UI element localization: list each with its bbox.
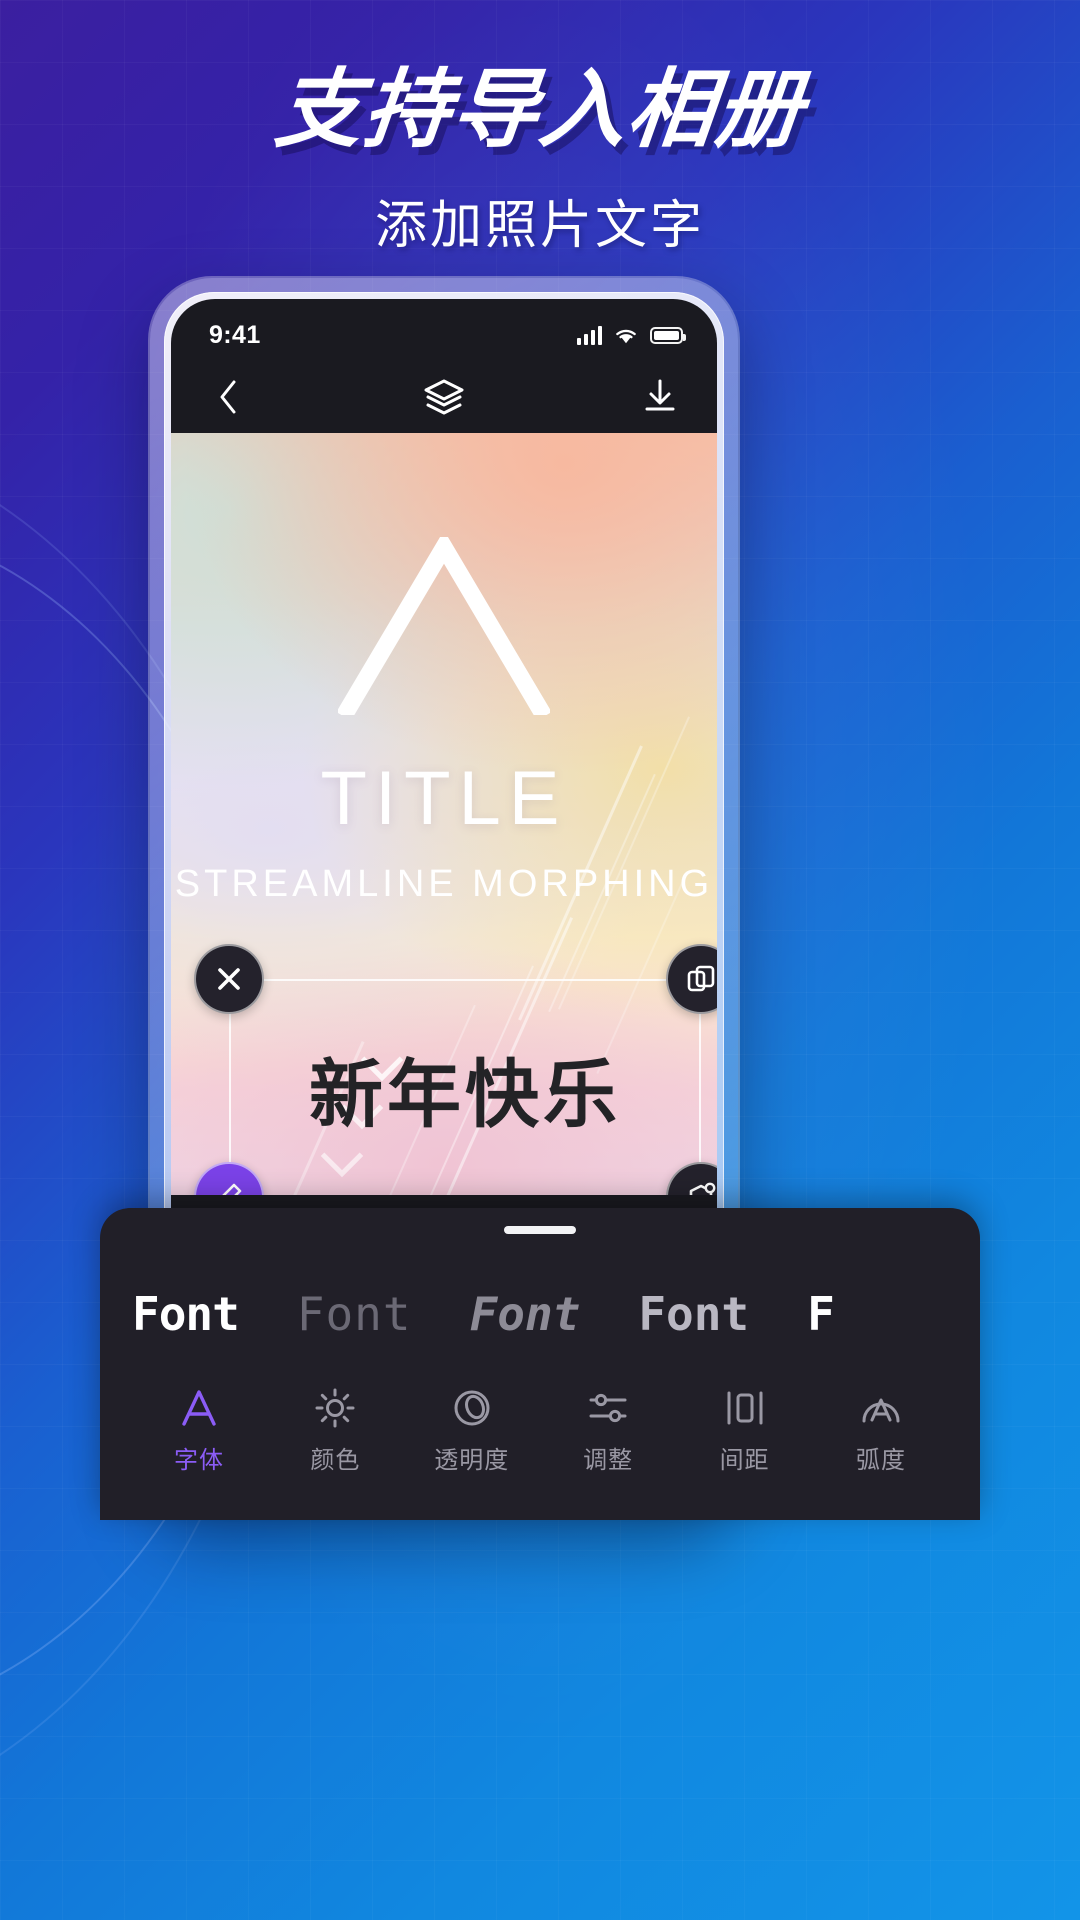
tab-opacity-label: 透明度 [434,1447,510,1474]
drag-grabber-icon[interactable] [504,1226,576,1234]
artwork-title: TITLE [320,756,568,841]
tab-opacity[interactable]: 透明度 [413,1380,531,1475]
status-icons [577,325,686,345]
font-sample-item[interactable]: Font [470,1291,581,1337]
layers-button[interactable] [421,374,467,420]
promo-title: 支持导入相册 [271,62,810,158]
tab-font[interactable]: 字体 [140,1380,258,1475]
artwork-chevron-icon [338,537,550,715]
opacity-circle-icon [413,1380,531,1436]
editor-tab-bar: 字体 颜色 透明度 调整 间距 弧度 [100,1366,980,1475]
tab-color[interactable]: 颜色 [276,1380,394,1475]
font-sample-item[interactable]: Font [638,1291,749,1337]
font-sample-list[interactable]: Font Font Font Font F [100,1234,980,1366]
export-button[interactable] [637,374,683,420]
font-sample-item[interactable]: Font [132,1291,240,1337]
font-options-sheet: Font Font Font Font F 字体 颜色 透明度 调整 间距 弧度 [100,1208,980,1520]
selected-text[interactable]: 新年快乐 [229,979,701,1195]
download-icon [645,379,675,411]
promo-subtitle: 添加照片文字 [374,197,705,256]
signal-bars-icon [577,325,602,345]
wifi-icon [616,329,636,343]
copy-icon [687,965,715,992]
tab-spacing-label: 间距 [719,1447,770,1474]
arc-a-icon [822,1380,940,1436]
tab-adjust[interactable]: 调整 [549,1380,667,1475]
pen-edit-icon [222,1183,242,1195]
letter-a-icon [140,1380,258,1436]
tab-color-label: 颜色 [310,1447,361,1474]
battery-icon [650,326,686,344]
close-icon [218,968,240,990]
sliders-icon [549,1380,667,1436]
font-sample-item[interactable]: F [807,1291,835,1337]
tab-spacing[interactable]: 间距 [686,1380,804,1475]
artwork-subtitle: STREAMLINE MORPHING [174,863,714,905]
text-selection-box[interactable]: 新年快乐 [194,944,717,1195]
promo-headings: 支持导入相册 添加照片文字 [0,60,1080,258]
status-time: 9:41 [209,320,261,349]
editor-canvas[interactable]: TITLE STREAMLINE MORPHING 新年快乐 [171,433,717,1195]
rotate-shape-icon [689,1182,716,1195]
tab-arc-label: 弧度 [855,1447,906,1474]
status-bar: 9:41 [171,299,717,361]
font-sample-item[interactable]: Font [297,1291,412,1337]
tab-arc[interactable]: 弧度 [822,1380,940,1475]
chevron-left-icon [220,380,236,414]
delete-handle[interactable] [194,944,264,1014]
back-button[interactable] [205,374,251,420]
tab-font-label: 字体 [174,1447,224,1474]
brightness-icon [276,1380,394,1436]
editor-navbar [171,361,717,433]
tab-adjust-label: 调整 [583,1447,634,1474]
spacing-icon [686,1380,804,1436]
layers-icon [424,379,464,415]
